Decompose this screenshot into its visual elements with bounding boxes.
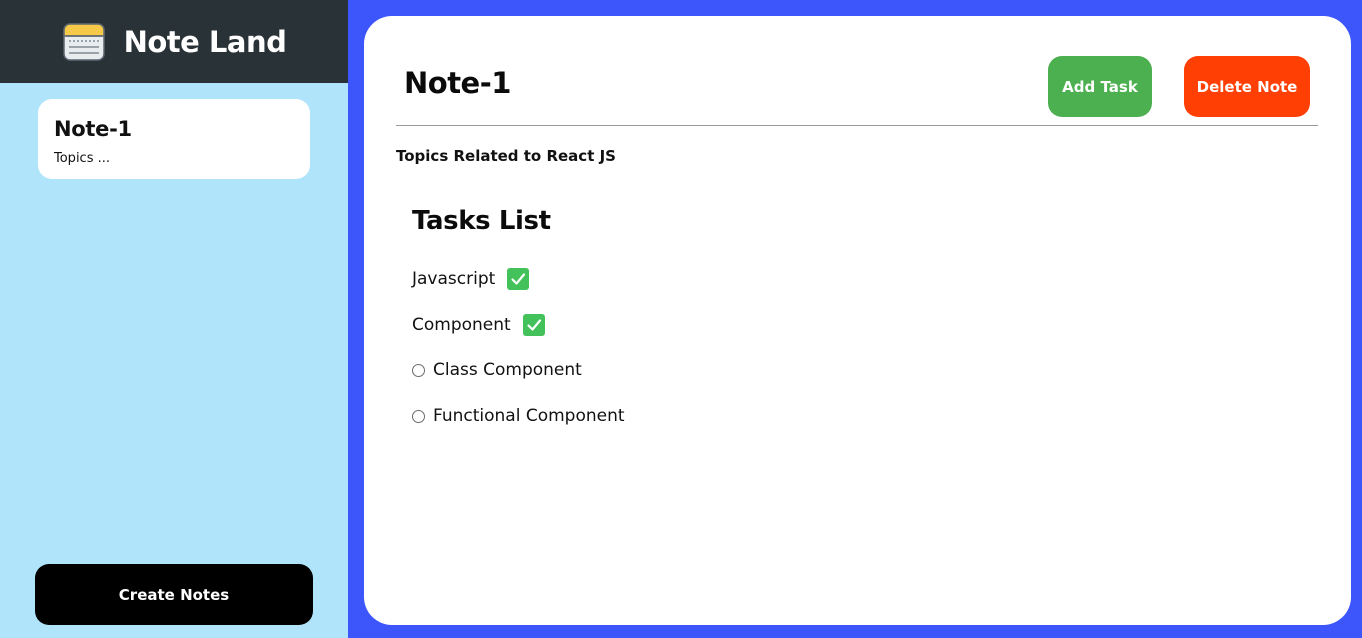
app-header: Note Land bbox=[0, 0, 348, 83]
create-notes-button[interactable]: Create Notes bbox=[35, 564, 313, 625]
task-radio[interactable] bbox=[412, 409, 425, 423]
task-label: Component bbox=[412, 315, 511, 335]
sidebar: Note Land Note-1 Topics ... Create Notes bbox=[0, 0, 348, 638]
task-item-component[interactable]: Component bbox=[412, 314, 545, 336]
task-label: Class Component bbox=[433, 360, 582, 380]
app-title: Note Land bbox=[123, 24, 287, 59]
note-panel: Note-1 Add Task Delete Note Topics Relat… bbox=[364, 16, 1351, 625]
note-title: Note-1 bbox=[404, 66, 511, 100]
divider bbox=[396, 125, 1318, 126]
note-card-preview: Topics ... bbox=[54, 151, 110, 166]
note-card[interactable]: Note-1 Topics ... bbox=[38, 99, 310, 179]
task-label: Functional Component bbox=[433, 406, 625, 426]
delete-note-button[interactable]: Delete Note bbox=[1184, 56, 1310, 117]
task-label: Javascript bbox=[412, 269, 496, 289]
note-description: Topics Related to React JS bbox=[396, 147, 616, 165]
task-item-javascript[interactable]: Javascript bbox=[412, 268, 530, 290]
tasks-heading: Tasks List bbox=[412, 206, 551, 236]
notepad-icon bbox=[62, 22, 105, 61]
add-task-button[interactable]: Add Task bbox=[1048, 56, 1152, 117]
checkmark-icon[interactable] bbox=[522, 314, 545, 336]
checkmark-icon[interactable] bbox=[507, 268, 530, 290]
task-radio[interactable] bbox=[412, 363, 425, 377]
note-card-title: Note-1 bbox=[54, 117, 132, 141]
task-item-class-component[interactable]: Class Component bbox=[412, 360, 582, 380]
task-item-functional-component[interactable]: Functional Component bbox=[412, 406, 625, 426]
